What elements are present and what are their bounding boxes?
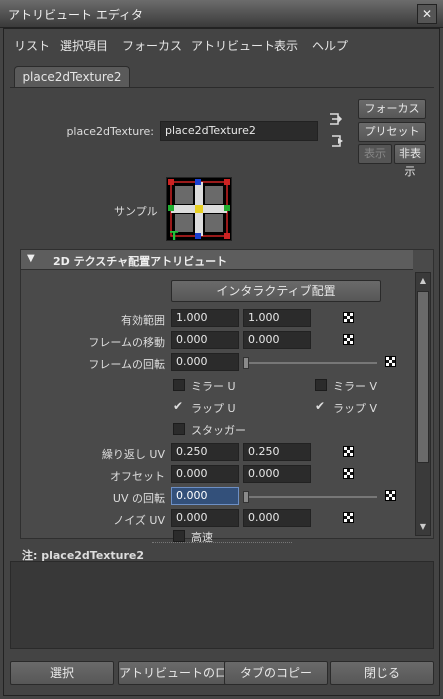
translate-frame-u-field[interactable]: 0.000 [171, 331, 239, 349]
section-header-2d-placement[interactable]: ▼ 2D テクスチャ配置アトリビュート [21, 250, 413, 270]
place2d-texture-swatch-icon: T [168, 179, 230, 243]
wrap-v-check-icon[interactable]: ✔ [315, 399, 325, 413]
wrap-v-label: ラップ V [333, 402, 378, 415]
notes-textarea[interactable] [10, 561, 434, 649]
copy-tab-button[interactable]: タブのコピー [224, 661, 328, 685]
sample-label: サンプル [114, 205, 158, 218]
section-title: 2D テクスチャ配置アトリビュート [53, 255, 228, 268]
rotate-uv-field[interactable]: 0.000 [171, 487, 239, 505]
rotate-uv-slider-track[interactable] [243, 496, 377, 498]
repeat-u-field[interactable]: 0.250 [171, 443, 239, 461]
repeat-uv-map-icon[interactable] [343, 446, 354, 457]
input-connections-icon[interactable] [328, 111, 344, 127]
menu-show[interactable]: 表示 [274, 37, 298, 54]
translate-frame-map-icon[interactable] [343, 334, 354, 345]
noise-uv-map-icon[interactable] [343, 512, 354, 523]
bottom-button-bar: 選択 アトリビュートのロード タブのコピー 閉じる [4, 655, 439, 695]
title-bar: アトリビュート エディタ ✕ [0, 0, 443, 28]
panel-scrollbar[interactable]: ▲ ▼ [415, 272, 431, 536]
rotate-uv-label: UV の回転 [112, 492, 165, 505]
window-title: アトリビュート エディタ [8, 8, 143, 22]
attribute-editor-window: リスト 選択項目 フォーカス アトリビュート 表示 ヘルプ place2dTex… [3, 28, 440, 696]
rotate-uv-slider-thumb[interactable] [243, 491, 249, 503]
scroll-down-icon[interactable]: ▼ [417, 521, 429, 533]
focus-button[interactable]: フォーカス [358, 99, 426, 119]
noise-v-field[interactable]: 0.000 [243, 509, 311, 527]
menu-help[interactable]: ヘルプ [312, 37, 348, 54]
offset-v-field[interactable]: 0.000 [243, 465, 311, 483]
coverage-u-field[interactable]: 1.000 [171, 309, 239, 327]
load-attributes-button[interactable]: アトリビュートのロード [118, 661, 226, 685]
mirror-v-checkbox[interactable] [315, 379, 327, 391]
sample-t-marker: T [170, 229, 179, 240]
menu-selected[interactable]: 選択項目 [60, 37, 108, 54]
menu-list[interactable]: リスト [14, 37, 50, 54]
node-name-label: place2dTexture: [66, 125, 154, 138]
node-name-field[interactable]: place2dTexture2 [160, 121, 318, 141]
mirror-u-label: ミラー U [191, 380, 236, 393]
repeat-uv-label: 繰り返し UV [101, 448, 165, 461]
coverage-v-field[interactable]: 1.000 [243, 309, 311, 327]
scroll-thumb[interactable] [417, 291, 429, 463]
close-button[interactable]: 閉じる [330, 661, 434, 685]
coverage-map-icon[interactable] [343, 312, 354, 323]
splitter-handle[interactable] [152, 542, 292, 544]
noise-u-field[interactable]: 0.000 [171, 509, 239, 527]
scroll-up-icon[interactable]: ▲ [417, 275, 429, 287]
wrap-u-check-icon[interactable]: ✔ [173, 399, 183, 413]
tab-divider [10, 87, 434, 88]
repeat-v-field[interactable]: 0.250 [243, 443, 311, 461]
noise-uv-label: ノイズ UV [113, 514, 165, 527]
fast-checkbox[interactable] [173, 530, 185, 542]
rotate-frame-slider-track[interactable] [243, 362, 377, 364]
menu-bar: リスト 選択項目 フォーカス アトリビュート 表示 ヘルプ [4, 29, 439, 57]
show-button[interactable]: 表示 [358, 144, 392, 164]
tab-place2dtexture2[interactable]: place2dTexture2 [14, 66, 130, 88]
menu-focus[interactable]: フォーカス [122, 37, 182, 54]
translate-frame-v-field[interactable]: 0.000 [243, 331, 311, 349]
offset-u-field[interactable]: 0.000 [171, 465, 239, 483]
interactive-placement-button[interactable]: インタラクティブ配置 [171, 280, 381, 302]
offset-map-icon[interactable] [343, 468, 354, 479]
rotate-frame-slider-thumb[interactable] [243, 357, 249, 369]
stagger-label: スタッガー [191, 424, 246, 437]
hide-button[interactable]: 非表示 [394, 144, 426, 178]
stagger-checkbox[interactable] [173, 423, 185, 435]
rotate-uv-map-icon[interactable] [385, 490, 396, 501]
select-button[interactable]: 選択 [10, 661, 114, 685]
rotate-frame-map-icon[interactable] [385, 356, 396, 367]
mirror-v-label: ミラー V [333, 380, 378, 393]
attribute-panel: ▼ 2D テクスチャ配置アトリビュート インタラクティブ配置 有効範囲 1.00… [20, 249, 434, 544]
preset-button[interactable]: プリセット [358, 122, 426, 142]
translate-frame-label: フレームの移動 [88, 336, 165, 349]
wrap-u-label: ラップ U [191, 402, 236, 415]
menu-attributes[interactable]: アトリビュート [191, 37, 275, 54]
mirror-u-checkbox[interactable] [173, 379, 185, 391]
output-connections-icon[interactable] [330, 133, 346, 149]
collapse-arrow-icon: ▼ [27, 253, 35, 264]
offset-label: オフセット [110, 470, 165, 483]
sample-swatch[interactable]: T [166, 177, 232, 243]
coverage-label: 有効範囲 [121, 314, 165, 327]
rotate-frame-field[interactable]: 0.000 [171, 353, 239, 371]
rotate-frame-label: フレームの回転 [88, 358, 165, 371]
close-window-button[interactable]: ✕ [417, 4, 437, 24]
